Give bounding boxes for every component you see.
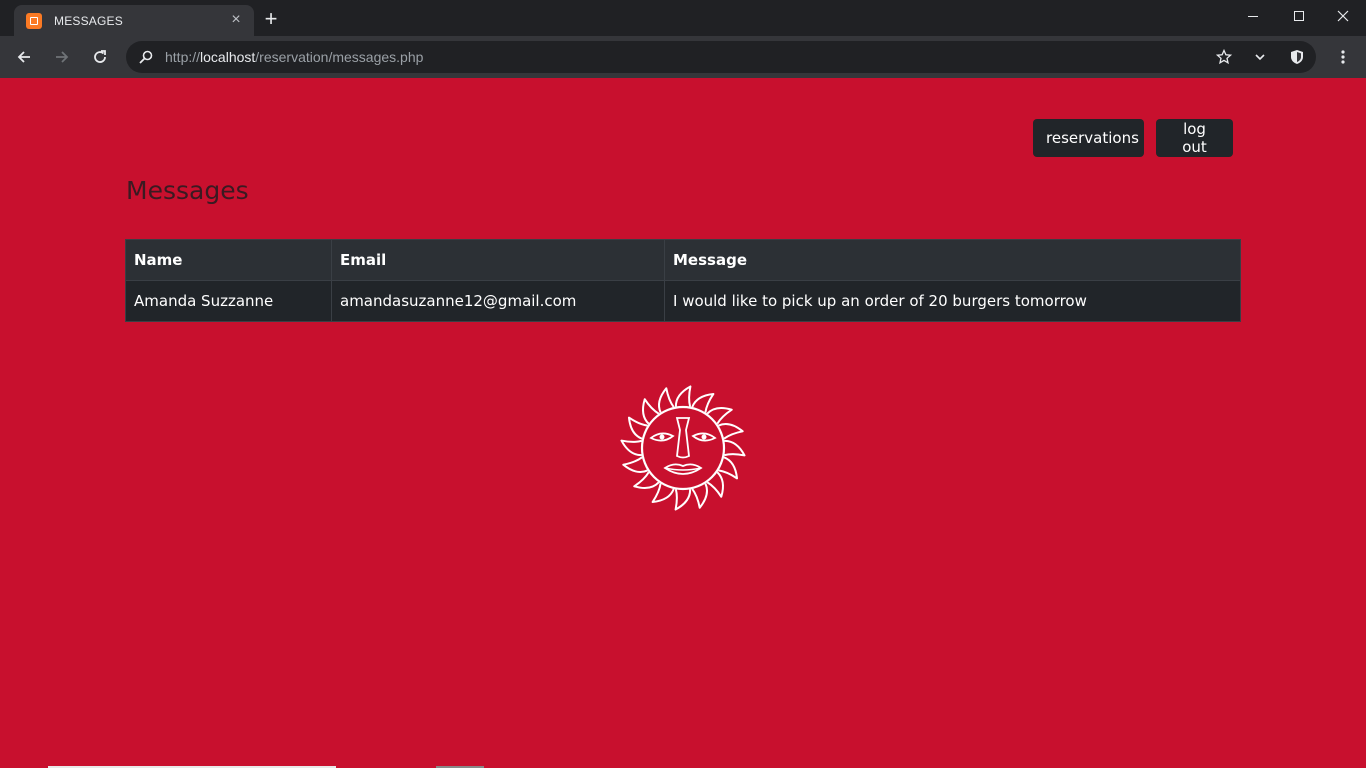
column-header-message: Message <box>664 239 1241 281</box>
xampp-favicon-icon <box>26 13 42 29</box>
browser-tab[interactable]: MESSAGES × <box>14 5 254 36</box>
cell-email: amandasuzanne12@gmail.com <box>331 280 665 322</box>
reservations-button[interactable]: reservations <box>1033 119 1144 157</box>
window-close-button[interactable] <box>1320 0 1366 32</box>
messages-table: Name Email Message Amanda Suzzanne amand… <box>125 239 1241 322</box>
browser-tab-strip: MESSAGES × + <box>0 0 1366 36</box>
kebab-menu-icon[interactable] <box>1332 44 1354 70</box>
search-icon <box>138 49 154 65</box>
reload-icon[interactable] <box>87 44 113 70</box>
star-icon[interactable] <box>1215 48 1233 66</box>
column-header-name: Name <box>125 239 332 281</box>
maximize-button[interactable] <box>1276 0 1322 32</box>
shield-icon[interactable] <box>1288 48 1306 66</box>
cell-name: Amanda Suzzanne <box>125 280 332 322</box>
close-icon[interactable]: × <box>228 12 244 28</box>
page-title: Messages <box>126 176 249 205</box>
browser-toolbar: http://localhost/reservation/messages.ph… <box>0 36 1366 78</box>
back-arrow-icon[interactable] <box>11 44 37 70</box>
sun-face-logo <box>620 385 746 511</box>
cell-message: I would like to pick up an order of 20 b… <box>664 280 1241 322</box>
chevron-down-icon[interactable] <box>1251 48 1269 66</box>
table-row: Amanda Suzzanne amandasuzanne12@gmail.co… <box>125 280 1241 322</box>
url-text: http://localhost/reservation/messages.ph… <box>165 49 424 65</box>
tab-title: MESSAGES <box>54 14 123 28</box>
forward-arrow-icon[interactable] <box>49 44 75 70</box>
page-content: reservations log out Messages Name Email… <box>0 78 1366 768</box>
logout-button[interactable]: log out <box>1156 119 1233 157</box>
address-bar[interactable]: http://localhost/reservation/messages.ph… <box>126 41 1316 73</box>
minimize-button[interactable] <box>1230 0 1276 32</box>
table-header-row: Name Email Message <box>125 239 1241 281</box>
plus-icon[interactable]: + <box>260 8 282 30</box>
column-header-email: Email <box>331 239 665 281</box>
